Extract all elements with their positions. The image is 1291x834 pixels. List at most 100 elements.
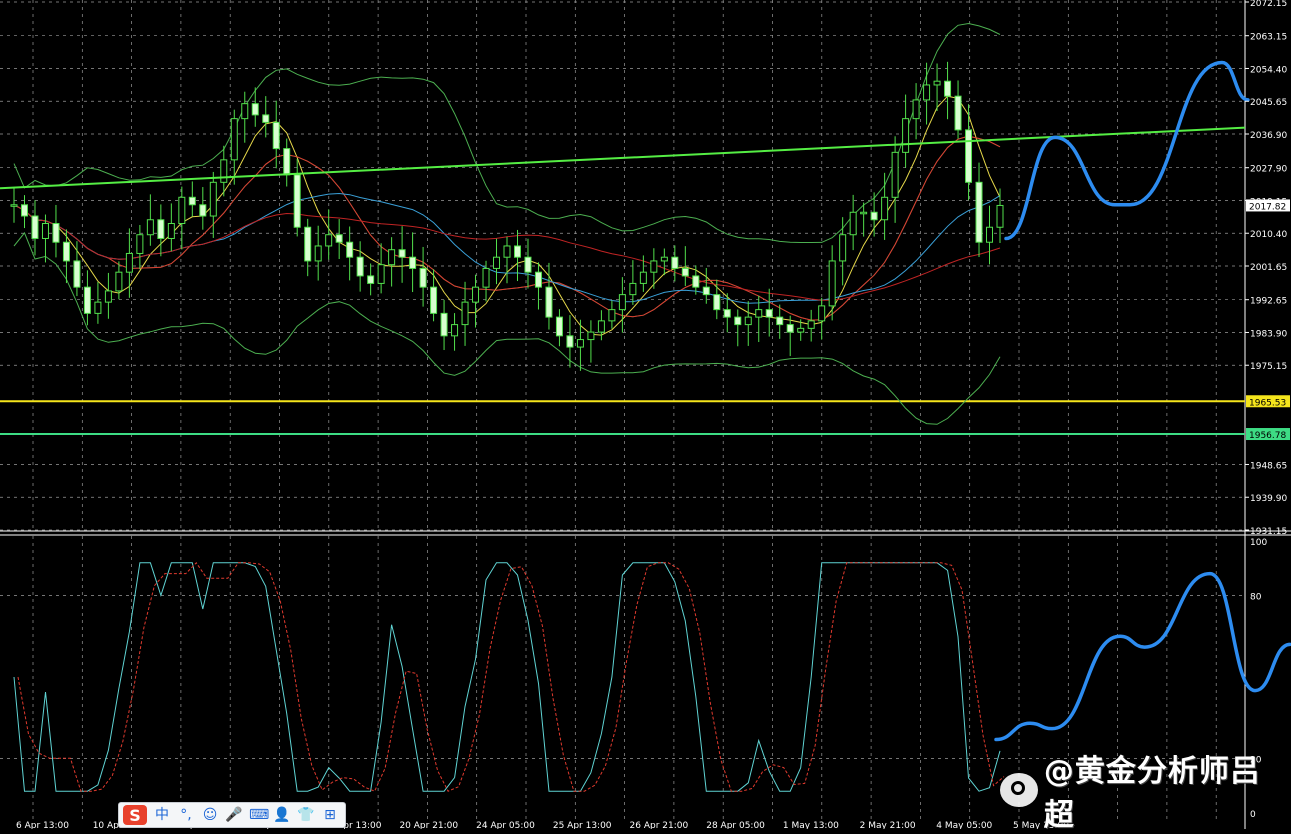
candle-body — [671, 256, 679, 269]
candle-body — [975, 181, 983, 243]
candle-body — [734, 316, 742, 326]
candle-body — [870, 211, 878, 221]
candle-body — [639, 271, 647, 284]
candle-body — [776, 316, 784, 326]
candle-body — [493, 256, 501, 269]
candle-body — [534, 271, 542, 288]
candle-body — [94, 301, 102, 314]
candle-body — [576, 339, 584, 348]
ime-toolbar[interactable]: S 中 °, ☺ 🎤 ⌨ 👤 👕 ⊞ — [118, 802, 346, 828]
candle-body — [692, 275, 700, 288]
time-tick-label: 20 Apr 21:00 — [399, 821, 458, 829]
candle-body — [849, 211, 857, 236]
price-tick-label: 1983.90 — [1250, 329, 1287, 339]
candle-body — [902, 118, 910, 153]
candle-body — [996, 204, 1004, 228]
candle-body — [241, 103, 249, 120]
time-tick-label: 26 Apr 21:00 — [630, 821, 689, 829]
price-tick-label: 2072.15 — [1250, 0, 1287, 9]
candle-body — [807, 320, 815, 329]
time-tick-label: 6 Apr 13:00 — [16, 821, 69, 829]
microphone-icon[interactable]: 🎤 — [225, 805, 243, 825]
time-tick-label: 1 May 13:00 — [783, 821, 839, 829]
candle-body — [891, 151, 899, 198]
punctuation-icon[interactable]: °, — [177, 805, 195, 825]
candle-body — [167, 222, 175, 239]
candle-body — [398, 249, 406, 258]
candle-body — [702, 286, 710, 296]
skin-icon[interactable]: 👕 — [297, 805, 315, 825]
candle-body — [73, 260, 81, 288]
candle-body — [199, 204, 207, 217]
price-label-text: 1956.78 — [1249, 431, 1286, 441]
price-tick-label: 1992.65 — [1250, 297, 1287, 307]
price-tick-label: 2063.15 — [1250, 33, 1287, 43]
emoji-icon[interactable]: ☺ — [201, 805, 219, 825]
candle-body — [52, 222, 60, 243]
toolbox-icon[interactable]: ⊞ — [321, 805, 339, 825]
keyboard-icon[interactable]: ⌨ — [249, 805, 269, 825]
candle-body — [188, 196, 196, 206]
price-tick-label: 1975.15 — [1250, 362, 1287, 372]
candle-body — [157, 219, 165, 239]
candle-body — [388, 249, 396, 266]
price-tick-label: 2045.65 — [1250, 98, 1287, 108]
candle-body — [482, 267, 490, 288]
watermark-text: @黄金分析师吕超 — [1043, 754, 1261, 833]
candle-body — [503, 245, 511, 258]
time-tick-label: 28 Apr 05:00 — [706, 821, 765, 829]
weibo-logo-icon — [1000, 773, 1038, 807]
candle-body — [629, 282, 637, 296]
candle-body — [828, 260, 836, 307]
candle-body — [608, 309, 616, 322]
candle-body — [451, 324, 459, 337]
candle-body — [881, 196, 889, 221]
candle-body — [220, 159, 228, 183]
candle-body — [839, 234, 847, 262]
chart-canvas: 2072.15 2063.15 2054.40 2045.65 2036.90 2027.… — [0, 0, 1291, 829]
candle-body — [136, 234, 144, 254]
candle-body — [650, 260, 658, 273]
user-icon[interactable]: 👤 — [273, 805, 291, 825]
candle-body — [115, 271, 123, 292]
candle-body — [681, 267, 689, 277]
candle-body — [587, 331, 595, 341]
candle-body — [786, 324, 794, 333]
candle-body — [41, 222, 49, 239]
candle-body — [125, 252, 133, 273]
candle-body — [20, 204, 28, 217]
price-tick-label: 1939.90 — [1250, 494, 1287, 504]
candle-body — [566, 335, 574, 348]
candle-body — [10, 204, 18, 207]
candle-body — [524, 256, 532, 273]
candle-body — [314, 245, 322, 262]
candle-body — [230, 118, 238, 161]
candle-body — [283, 148, 291, 176]
candle-body — [440, 312, 448, 337]
candle-body — [325, 234, 333, 247]
price-label-text: 2017.82 — [1249, 202, 1286, 212]
sogou-logo-icon[interactable]: S — [123, 805, 147, 825]
candle-body — [104, 290, 112, 303]
candle-body — [272, 121, 280, 150]
candle-body — [513, 245, 521, 258]
candle-body — [923, 84, 931, 101]
price-tick-label: 1948.65 — [1250, 461, 1287, 471]
candle-body — [31, 215, 39, 239]
candle-body — [335, 234, 343, 243]
price-tick-label: 2010.40 — [1250, 230, 1287, 240]
candle-body — [409, 256, 417, 269]
candle-body — [356, 256, 364, 277]
candle-body — [933, 80, 941, 86]
candle-body — [209, 181, 217, 217]
candle-body — [367, 275, 375, 284]
candle-body — [545, 286, 553, 318]
candle-body — [944, 80, 952, 97]
oscillator-tick-label: 100 — [1250, 538, 1267, 548]
watermark: @黄金分析师吕超 — [1000, 754, 1291, 833]
price-label-text: 1965.53 — [1249, 398, 1286, 408]
candle-body — [472, 286, 480, 303]
candle-body — [797, 327, 805, 333]
chinese-mode-icon[interactable]: 中 — [153, 805, 171, 825]
candle-body — [818, 305, 826, 322]
